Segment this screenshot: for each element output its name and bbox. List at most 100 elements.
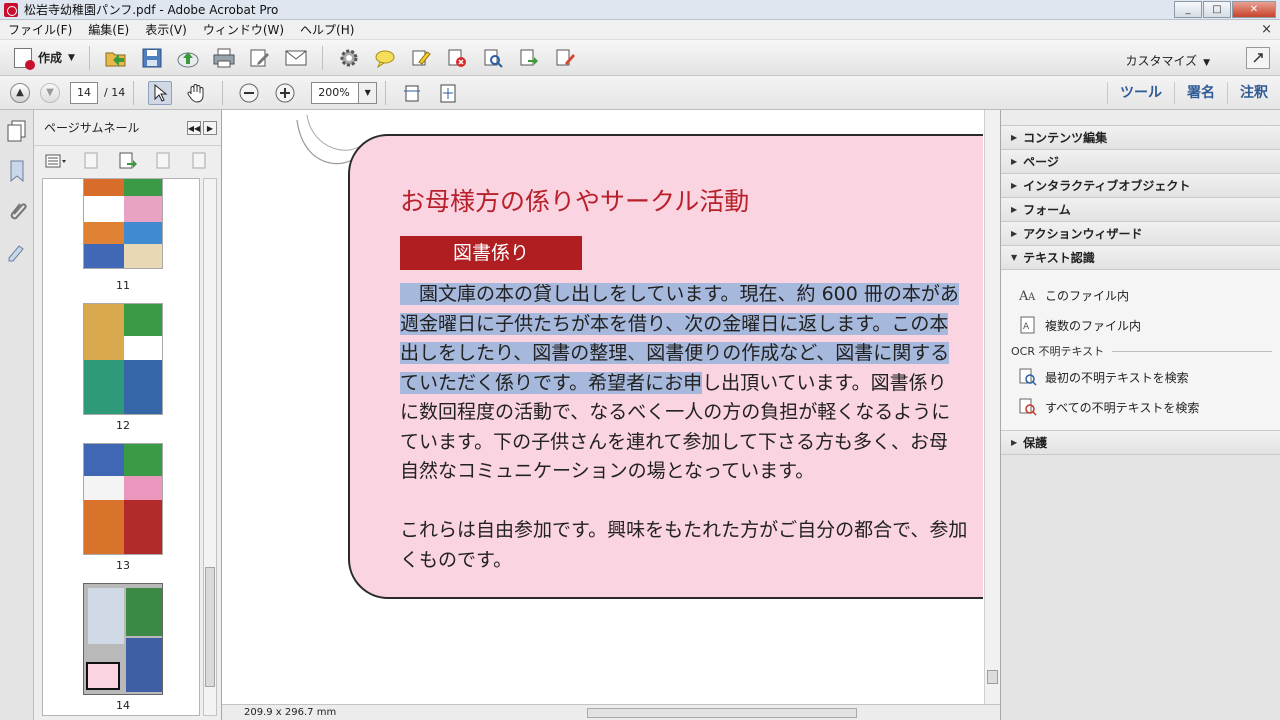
tools-section-pages[interactable]: ▶ ページ (1001, 150, 1280, 174)
menu-edit[interactable]: 編集(E) (80, 21, 137, 38)
tab-comment[interactable]: 注釈 (1227, 82, 1280, 104)
text-line: 週金曜日に子供たちが本を借り、次の金曜日に返します。この本 (400, 310, 1000, 340)
chevron-right-icon: ▶ (1011, 181, 1018, 190)
delete-icon[interactable] (445, 46, 469, 70)
chevron-down-icon[interactable]: ▼ (359, 81, 378, 104)
thumbnail-panel: ページサムネール ◀◀ ▶ 11 12 13 14 (34, 110, 222, 720)
document-vertical-scrollbar[interactable] (984, 110, 1000, 704)
rotate-page-icon[interactable] (152, 149, 176, 173)
thumbnail-page-11[interactable] (83, 179, 163, 269)
email-icon[interactable] (284, 46, 308, 70)
thumbnail-toolbar (34, 146, 221, 176)
tools-section-content-edit[interactable]: ▶ コンテンツ編集 (1001, 126, 1280, 150)
tools-section-action-wizard[interactable]: ▶ アクションウィザード (1001, 222, 1280, 246)
tools-section-text-recognition[interactable]: ▼ テキスト認識 (1001, 246, 1280, 270)
menu-view[interactable]: 表示(V) (137, 21, 195, 38)
next-page-button[interactable]: ▼ (40, 82, 60, 103)
chevron-right-icon: ▶ (1011, 438, 1018, 447)
scrollbar-thumb[interactable] (987, 670, 998, 684)
body-text[interactable]: 園文庫の本の貸し出しをしています。現在、約 600 冊の本があ 週金曜日に子供た… (400, 280, 1000, 575)
toolbar-divider (321, 45, 323, 70)
highlight-icon[interactable] (409, 46, 433, 70)
save-icon[interactable] (140, 46, 164, 70)
navigation-pane-bar (0, 110, 34, 720)
thumbnail-page-12[interactable] (83, 303, 163, 415)
toolbar-divider (222, 80, 224, 105)
thumbnail-page-14[interactable] (83, 583, 163, 695)
bookmark-icon[interactable] (7, 160, 27, 183)
gear-icon[interactable] (337, 46, 361, 70)
tab-sign[interactable]: 署名 (1174, 82, 1227, 104)
thumbnail-label-14: 14 (116, 699, 130, 712)
minimize-button[interactable]: _ (1174, 1, 1202, 18)
chevron-right-icon: ▶ (1011, 229, 1018, 238)
edit-icon[interactable] (248, 46, 272, 70)
sign-icon[interactable] (553, 46, 577, 70)
text-line: 自然なコミュニケーションの場となっています。 (400, 460, 815, 482)
insert-pages-icon[interactable] (80, 149, 104, 173)
menu-window[interactable]: ウィンドウ(W) (195, 21, 292, 38)
chevron-down-icon: ▼ (68, 52, 75, 63)
selected-text: 週金曜日に子供たちが本を借り、次の金曜日に返します。この本 (400, 312, 949, 335)
status-bar: 209.9 x 296.7 mm (222, 704, 1000, 720)
customize-dropdown[interactable]: カスタマイズ ▼ (1125, 52, 1210, 69)
tools-section-forms[interactable]: ▶ フォーム (1001, 198, 1280, 222)
find-first-suspect[interactable]: 最初の不明テキストを検索 (1001, 362, 1280, 392)
delete-page-icon[interactable] (188, 149, 212, 173)
zoom-out-icon[interactable] (237, 81, 261, 105)
comment-icon[interactable] (373, 46, 397, 70)
signature-icon[interactable] (7, 240, 27, 262)
maximize-button[interactable]: □ (1203, 1, 1231, 18)
close-button[interactable]: ✕ (1232, 1, 1276, 18)
menu-bar: ファイル(F) 編集(E) 表示(V) ウィンドウ(W) ヘルプ(H) × (0, 20, 1280, 40)
document-horizontal-scrollbar[interactable] (587, 708, 857, 718)
fit-page-icon[interactable] (436, 81, 460, 105)
text-line: これらは自由参加です。興味をもたれた方がご自分の都合で、参加 (400, 519, 968, 541)
export-icon[interactable] (517, 46, 541, 70)
select-cursor-icon[interactable] (148, 80, 173, 105)
acrobat-app-icon (4, 2, 18, 17)
chevron-right-icon: ▶ (1011, 133, 1018, 142)
thumbnail-page-13[interactable] (83, 443, 163, 555)
ocr-suspects-heading: OCR 不明テキスト (1001, 340, 1280, 362)
document-view[interactable]: お母様方の係りやサークル活動 図書係り 園文庫の本の貸し出しをしています。現在、… (222, 110, 1000, 704)
scrollbar-thumb[interactable] (205, 567, 215, 687)
tab-tools[interactable]: ツール (1107, 82, 1174, 104)
page-number-input[interactable]: 14 (70, 81, 98, 104)
find-all-suspects[interactable]: すべての不明テキストを検索 (1001, 392, 1280, 422)
print-icon[interactable] (212, 46, 236, 70)
zoom-input[interactable]: 200% (311, 81, 360, 104)
fit-width-icon[interactable] (400, 81, 424, 105)
window-title: 松岩寺幼稚園パンフ.pdf - Adobe Acrobat Pro (24, 3, 279, 17)
thumbnail-label-12: 12 (116, 419, 130, 432)
title-bar: 松岩寺幼稚園パンフ.pdf - Adobe Acrobat Pro _ □ ✕ (0, 0, 1280, 20)
upload-icon[interactable] (176, 46, 200, 70)
expand-right-icon[interactable]: ▶ (203, 121, 217, 135)
tools-section-protection[interactable]: ▶ 保護 (1001, 431, 1280, 455)
collapse-left-icon[interactable]: ◀◀ (187, 121, 201, 135)
attachment-icon[interactable] (7, 200, 27, 222)
options-menu-icon[interactable] (44, 149, 68, 173)
zoom-in-icon[interactable] (273, 81, 297, 105)
menu-help[interactable]: ヘルプ(H) (292, 21, 362, 38)
thumbnail-scrollbar[interactable] (203, 178, 217, 716)
search-icon[interactable] (481, 46, 505, 70)
selected-text: 園文庫の本の貸し出しをしています。現在、約 600 冊の本があ (400, 283, 959, 305)
create-button[interactable]: 作成 ▼ (8, 44, 81, 72)
tools-section-interactive-objects[interactable]: ▶ インタラクティブオブジェクト (1001, 174, 1280, 198)
ocr-multiple-files[interactable]: A 複数のファイル内 (1001, 310, 1280, 340)
previous-page-button[interactable]: ▲ (10, 82, 30, 103)
menu-file[interactable]: ファイル(F) (0, 21, 80, 38)
extract-page-icon[interactable] (116, 149, 140, 173)
thumbnail-list: 11 12 13 14 (42, 178, 200, 716)
section-heading: お母様方の係りやサークル活動 (400, 187, 750, 216)
expand-icon[interactable] (1246, 47, 1270, 69)
selected-text: ていただく係りです。希望者にお申 (400, 371, 703, 394)
open-icon[interactable] (104, 46, 128, 70)
close-document-icon[interactable]: × (1261, 22, 1272, 37)
ocr-this-file[interactable]: AA このファイル内 (1001, 280, 1280, 310)
hand-tool-icon[interactable] (184, 81, 208, 105)
page-thumbnails-icon[interactable] (7, 120, 27, 142)
text-line: くものです。 (400, 548, 513, 571)
library-duty-label: 図書係り (400, 236, 582, 270)
